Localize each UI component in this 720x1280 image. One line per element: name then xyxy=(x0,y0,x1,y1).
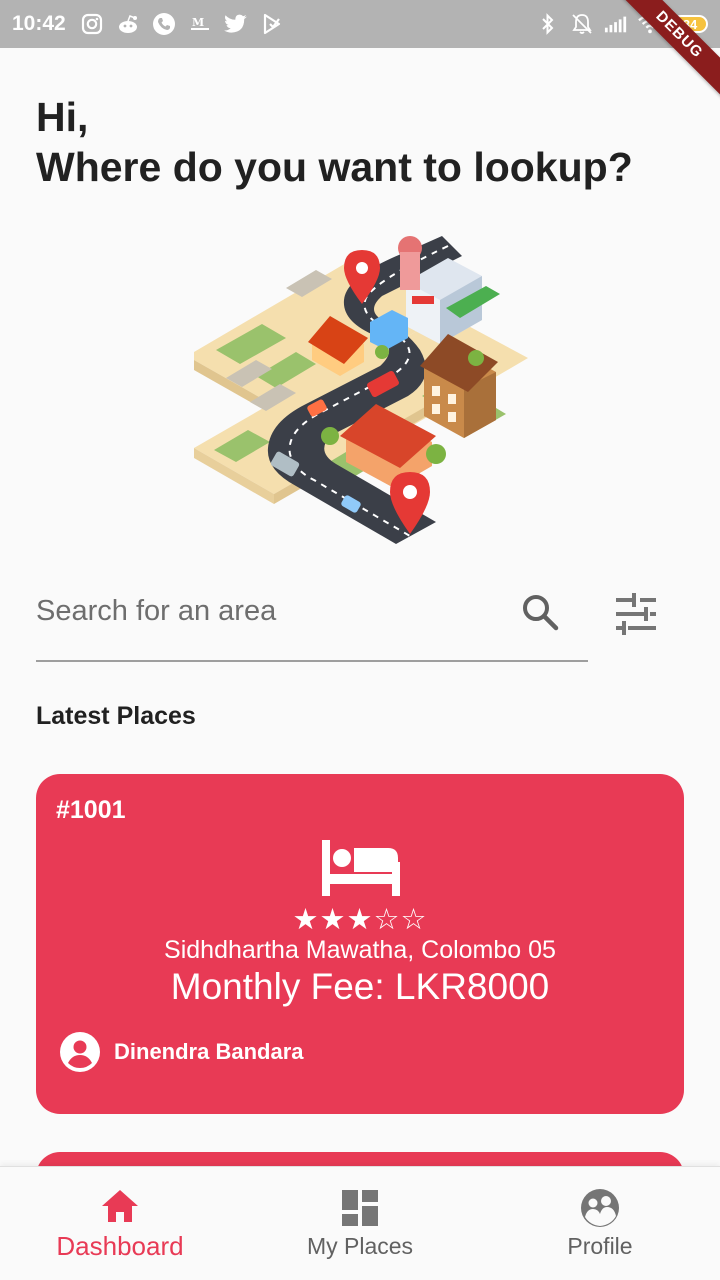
phone-icon xyxy=(152,12,176,36)
place-card[interactable]: #1001 ★★★☆☆ Sidhdhartha Mawatha, Colombo… xyxy=(36,774,684,1114)
profile-icon xyxy=(581,1189,619,1227)
twitter-icon xyxy=(223,12,248,36)
search-bar xyxy=(36,578,588,662)
section-title-latest-places: Latest Places xyxy=(36,702,196,730)
dashboard-grid-icon xyxy=(342,1190,378,1226)
status-bar: 10:42 M 84 xyxy=(0,0,720,48)
reddit-icon xyxy=(116,12,140,36)
nav-label-my-places: My Places xyxy=(306,1233,414,1259)
nav-item-dashboard[interactable]: Dashboard xyxy=(0,1167,240,1280)
bottom-navigation: Dashboard My Places Profile xyxy=(0,1166,720,1280)
svg-text:M: M xyxy=(192,16,204,29)
owner-name: Dinendra Bandara xyxy=(114,1039,304,1064)
account-circle-icon xyxy=(60,1032,100,1072)
nav-label-dashboard: Dashboard xyxy=(56,1231,184,1261)
nav-item-profile[interactable]: Profile xyxy=(480,1167,720,1280)
instagram-icon xyxy=(80,12,104,36)
owner-info: Dinendra Bandara xyxy=(60,1032,304,1072)
bed-icon xyxy=(322,840,400,896)
nav-label-profile: Profile xyxy=(567,1233,633,1259)
search-input[interactable] xyxy=(36,586,506,636)
greeting-line-1: Hi, xyxy=(36,94,89,140)
tune-icon[interactable] xyxy=(612,592,658,636)
home-icon xyxy=(102,1190,138,1222)
notification-icons: M xyxy=(80,12,284,36)
gmail-icon: M xyxy=(188,12,212,36)
signal-icon xyxy=(604,12,628,36)
nav-item-my-places[interactable]: My Places xyxy=(240,1167,480,1280)
greeting-line-2: Where do you want to lookup? xyxy=(36,144,633,190)
search-icon[interactable] xyxy=(520,592,560,632)
place-id: #1001 xyxy=(56,796,126,824)
isometric-city-map-illustration xyxy=(194,236,528,544)
mute-icon xyxy=(570,12,594,36)
bluetooth-icon xyxy=(536,12,560,36)
page-title: Hi, Where do you want to lookup? xyxy=(36,92,633,192)
place-address: Sidhdhartha Mawatha, Colombo 05 xyxy=(164,936,556,964)
star-rating: ★★★☆☆ xyxy=(292,904,428,936)
play-icon xyxy=(260,12,284,36)
status-time: 10:42 xyxy=(12,12,66,35)
monthly-fee: Monthly Fee: LKR8000 xyxy=(170,966,550,1007)
